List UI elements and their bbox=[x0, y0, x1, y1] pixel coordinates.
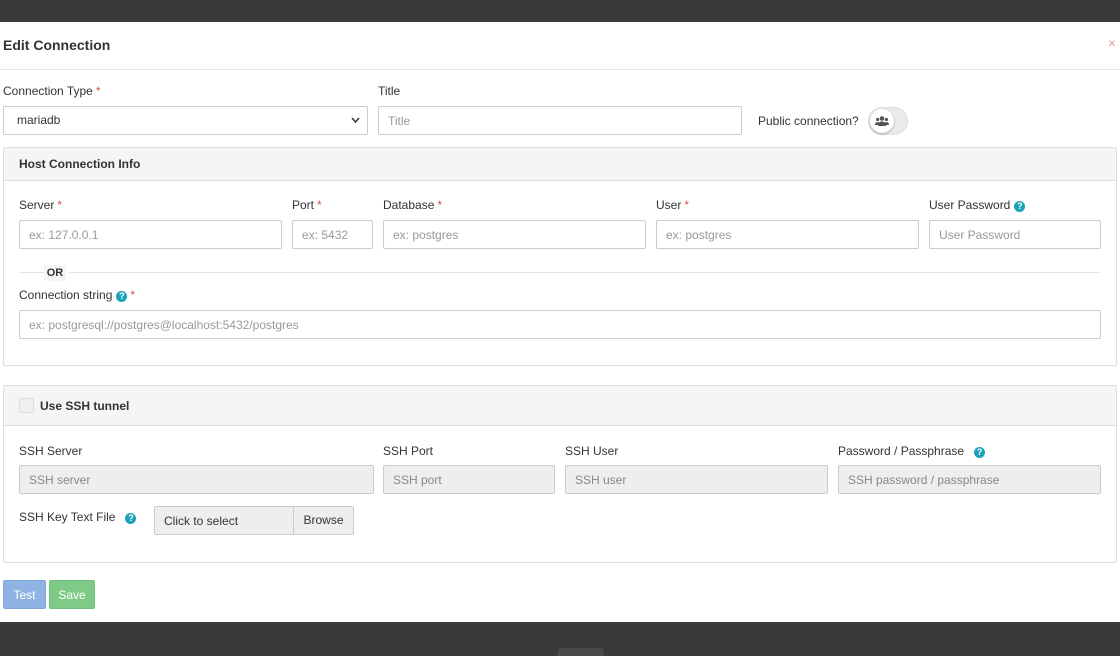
ssh-password-input[interactable] bbox=[838, 465, 1101, 494]
or-divider-left bbox=[19, 272, 44, 273]
connection-type-value: mariadb bbox=[17, 113, 61, 127]
ssh-tunnel-panel-title[interactable]: Use SSH tunnel bbox=[40, 399, 129, 413]
connection-type-label: Connection Type * bbox=[3, 84, 101, 98]
public-connection-label: Public connection? bbox=[758, 114, 859, 128]
help-icon[interactable]: ? bbox=[1014, 201, 1026, 212]
or-divider bbox=[69, 272, 1100, 273]
help-icon[interactable]: ? bbox=[125, 513, 137, 524]
or-separator-label: OR bbox=[44, 265, 66, 281]
public-connection-toggle[interactable] bbox=[868, 107, 908, 135]
database-label: Database * bbox=[383, 198, 443, 212]
host-connection-panel-header: Host Connection Info bbox=[4, 148, 1116, 181]
backdrop-top bbox=[0, 0, 1120, 22]
user-password-input[interactable] bbox=[929, 220, 1101, 249]
user-label: User * bbox=[656, 198, 690, 212]
help-icon[interactable]: ? bbox=[116, 291, 128, 302]
users-icon bbox=[870, 109, 894, 133]
host-connection-panel-title: Host Connection Info bbox=[19, 157, 141, 171]
ssh-server-label: SSH Server bbox=[19, 444, 83, 458]
user-input[interactable] bbox=[656, 220, 919, 249]
port-label: Port * bbox=[292, 198, 322, 212]
close-icon[interactable]: × bbox=[1108, 35, 1116, 51]
browse-button[interactable]: Browse bbox=[293, 507, 353, 534]
save-button[interactable]: Save bbox=[49, 580, 95, 609]
database-input[interactable] bbox=[383, 220, 646, 249]
server-input[interactable] bbox=[19, 220, 282, 249]
title-input[interactable] bbox=[378, 106, 742, 135]
connection-string-label: Connection string? * bbox=[19, 288, 136, 302]
connection-string-input[interactable] bbox=[19, 310, 1101, 339]
user-password-label: User Password? bbox=[929, 198, 1026, 212]
drag-handle bbox=[558, 648, 604, 656]
ssh-password-label: Password / Passphrase? bbox=[838, 444, 986, 458]
ssh-tunnel-checkbox[interactable] bbox=[19, 398, 34, 413]
chevron-down-icon bbox=[350, 107, 361, 145]
ssh-user-input[interactable] bbox=[565, 465, 828, 494]
modal-title: Edit Connection bbox=[3, 37, 111, 53]
ssh-tunnel-panel: Use SSH tunnel SSH Server SSH Port SSH U… bbox=[3, 385, 1117, 563]
help-icon[interactable]: ? bbox=[974, 447, 986, 458]
server-label: Server * bbox=[19, 198, 63, 212]
edit-connection-modal: Edit Connection × Connection Type * maria… bbox=[0, 22, 1120, 622]
ssh-server-input[interactable] bbox=[19, 465, 374, 494]
modal-header: Edit Connection × bbox=[0, 22, 1120, 70]
ssh-key-file-picker[interactable]: Click to select Browse bbox=[154, 506, 354, 535]
port-input[interactable] bbox=[292, 220, 373, 249]
ssh-port-input[interactable] bbox=[383, 465, 555, 494]
connection-type-select[interactable]: mariadb bbox=[3, 106, 368, 135]
ssh-tunnel-panel-header: Use SSH tunnel bbox=[4, 386, 1116, 426]
ssh-port-label: SSH Port bbox=[383, 444, 434, 458]
ssh-key-file-label: SSH Key Text File? bbox=[19, 510, 137, 524]
title-label: Title bbox=[378, 84, 401, 98]
ssh-user-label: SSH User bbox=[565, 444, 619, 458]
ssh-key-file-text: Click to select bbox=[164, 514, 239, 528]
test-button[interactable]: Test bbox=[3, 580, 46, 609]
